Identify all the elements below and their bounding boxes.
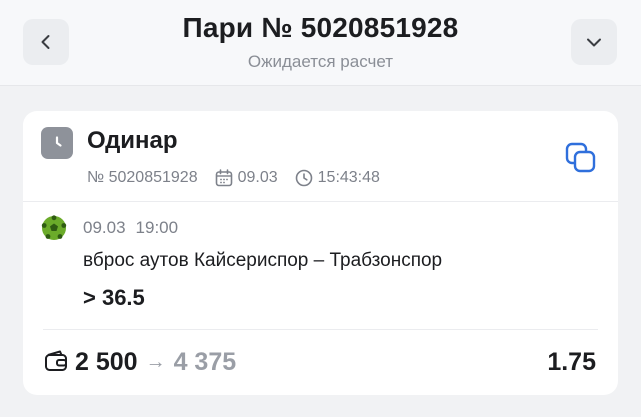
event-date: 09.03	[83, 218, 126, 237]
status-subtitle: Ожидается расчет	[247, 52, 394, 71]
clock-icon	[41, 127, 73, 159]
bet-date: 09.03	[237, 169, 278, 186]
copy-icon	[565, 142, 596, 173]
event-time: 19:00	[135, 218, 179, 237]
odds-value: 1.75	[547, 347, 596, 376]
copy-button[interactable]	[561, 138, 601, 178]
header: Пари № 5020851928 Ожидается расчет	[0, 0, 641, 86]
bet-meta: № 5020851928 09.03 15:43:48	[87, 167, 380, 189]
stake-row: 2 500 → 4 375	[43, 345, 236, 379]
arrow-icon: →	[145, 350, 166, 373]
event-datetime: 09.03 19:00	[41, 214, 178, 242]
event-market: вброс аутов Кайсериспор – Трабзонспор	[83, 250, 443, 271]
football-icon	[41, 215, 67, 240]
bet-number: № 5020851928	[87, 169, 198, 186]
stake-amount: 2 500	[75, 347, 138, 376]
chevron-down-icon	[587, 38, 601, 47]
calendar-icon	[214, 168, 234, 188]
wallet-icon	[43, 349, 69, 375]
expand-button[interactable]	[571, 19, 617, 65]
divider	[43, 329, 598, 330]
event-outcome: > 36.5	[83, 285, 145, 310]
payout-amount: 4 375	[173, 347, 237, 376]
page-title: Пари № 5020851928	[182, 12, 459, 43]
bet-time: 15:43:48	[317, 169, 380, 186]
divider	[23, 201, 618, 202]
bet-type: Одинар	[87, 127, 178, 154]
clock-small-icon	[294, 168, 314, 188]
bet-card: Одинар № 5020851928 09.03 15:43:48 09.03…	[23, 111, 618, 395]
